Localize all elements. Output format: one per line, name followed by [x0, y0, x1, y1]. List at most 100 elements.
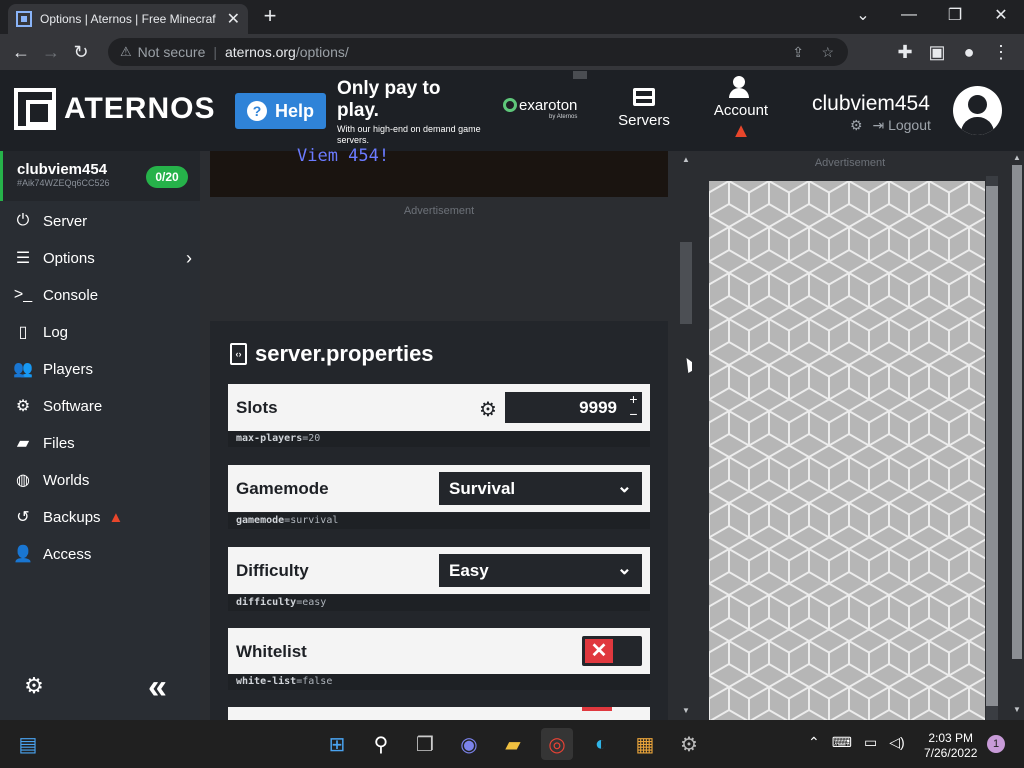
minimize-button[interactable]: —	[886, 0, 932, 30]
increment-icon[interactable]: +	[625, 392, 642, 407]
whitelist-toggle[interactable]: ✕	[582, 636, 642, 666]
tab-title: Options | Aternos | Free Minecraf	[40, 12, 216, 26]
taskbar-clock[interactable]: 2:03 PM 7/26/2022	[924, 731, 977, 761]
user-avatar[interactable]	[953, 86, 1002, 135]
logout-link[interactable]: ⚙ ⇥ Logout	[850, 117, 931, 134]
key-value: 20	[308, 433, 321, 444]
sidebar-item-worlds[interactable]: ◍ Worlds	[0, 462, 200, 498]
terminal-icon: >_	[13, 286, 33, 303]
settings-gear-icon[interactable]: ⚙	[850, 117, 863, 133]
tray-chevron-up-icon[interactable]: ⌃	[808, 734, 820, 751]
logout-label: Logout	[888, 117, 931, 133]
teams-chat-icon[interactable]: ◉	[453, 728, 485, 760]
key-name: gamemode	[236, 515, 285, 526]
sidebar-item-access[interactable]: 👤 Access	[0, 536, 200, 572]
browser-tab[interactable]: Options | Aternos | Free Minecraf ✕	[8, 4, 248, 34]
menu-icon[interactable]: ⋮	[986, 37, 1016, 67]
user-lock-icon: 👤	[13, 546, 33, 563]
extensions-icon[interactable]: ✚	[890, 37, 920, 67]
edge-icon[interactable]: ◐	[585, 728, 617, 760]
chrome-icon[interactable]: ◎	[541, 728, 573, 760]
volume-icon[interactable]: ◁)	[889, 734, 904, 751]
widgets-icon[interactable]: ▤	[12, 728, 44, 760]
search-icon[interactable]: ⚲	[365, 728, 397, 760]
new-tab-button[interactable]: +	[258, 4, 282, 30]
help-button[interactable]: ? Help	[235, 93, 326, 129]
sidebar-item-label: Console	[43, 286, 99, 304]
warning-icon[interactable]: ⚠	[120, 44, 132, 60]
slots-input[interactable]: 9999	[505, 392, 625, 423]
close-window-button[interactable]: ✕	[978, 0, 1024, 30]
main-scroll-down-icon[interactable]: ▼	[682, 706, 690, 715]
exaroton-logo[interactable]: exaroton by Aternos	[503, 97, 577, 120]
aternos-logo[interactable]: ATERNOS	[14, 88, 215, 130]
ad-subtext: With our high-end on demand game servers…	[337, 124, 481, 145]
main-scrollbar[interactable]: ▲	[680, 151, 692, 721]
page-scroll-up-icon[interactable]: ▲	[1013, 153, 1021, 162]
restore-button[interactable]: ❐	[932, 0, 978, 30]
forward-button[interactable]: →	[36, 37, 66, 67]
slots-stepper[interactable]: + −	[625, 392, 642, 423]
sidebar-item-players[interactable]: 👥 Players	[0, 351, 200, 387]
slots-gear-icon[interactable]: ⚙	[479, 397, 497, 422]
page-scroll-down-icon[interactable]: ▼	[1013, 705, 1021, 714]
keyboard-icon[interactable]: ⌨	[832, 734, 852, 751]
player-count-badge: 0/20	[146, 166, 188, 188]
share-icon[interactable]: ⇪	[792, 44, 804, 61]
servers-label: Servers	[618, 112, 670, 129]
sidebar-server-name: clubviem454	[17, 161, 108, 178]
file-icon: ▯	[18, 324, 28, 341]
notification-badge[interactable]: 1	[987, 735, 1005, 753]
difficulty-value: Easy	[449, 560, 489, 580]
slots-key: max-players=20	[228, 431, 650, 447]
file-explorer-icon[interactable]: ▰	[497, 728, 529, 760]
page-scrollbar[interactable]: ▲ ▼	[1010, 151, 1024, 721]
decrement-icon[interactable]: −	[625, 407, 642, 422]
omnibox-divider: |	[213, 44, 217, 60]
gamemode-select[interactable]: Survival ⌄	[439, 472, 642, 505]
bookmark-star-icon[interactable]: ☆	[821, 44, 834, 61]
sidebar-item-software[interactable]: ⚙ Software	[0, 388, 200, 424]
servers-link[interactable]: Servers	[612, 88, 676, 129]
profile-icon[interactable]: ●	[954, 37, 984, 67]
back-button[interactable]: ←	[6, 37, 36, 67]
sidebar-item-label: Players	[43, 360, 94, 378]
gamemode-label: Gamemode	[236, 478, 329, 498]
network-icon[interactable]: ▭	[864, 734, 877, 751]
sidebar-item-files[interactable]: ▰ Files	[0, 425, 200, 461]
ad-scroll-thumb[interactable]	[986, 186, 998, 706]
close-tab-icon[interactable]: ✕	[227, 9, 240, 29]
collapse-sidebar-icon[interactable]: «	[148, 668, 167, 707]
sidebar-item-options[interactable]: ☰ Options ›	[0, 240, 200, 276]
toggle-off-x-icon: ✕	[585, 639, 613, 663]
sidebar-item-backups[interactable]: ↺ Backups ▲	[0, 499, 200, 535]
globe-icon: ◍	[16, 472, 30, 489]
omnibox[interactable]: ⚠ Not secure | aternos.org/options/ ⇪ ☆	[108, 38, 848, 66]
account-link[interactable]: Account ▲	[706, 76, 776, 141]
ad-scrollbar[interactable]	[986, 176, 998, 721]
backups-warning-icon: ▲	[108, 508, 124, 526]
server-banner: Viem 454!	[210, 147, 668, 197]
start-icon[interactable]: ⊞	[321, 728, 353, 760]
sidebar-settings-icon[interactable]: ⚙	[22, 674, 46, 698]
slots-label: Slots	[236, 397, 278, 417]
difficulty-select[interactable]: Easy ⌄	[439, 554, 642, 587]
key-value: survival	[290, 515, 339, 526]
sidebar-item-console[interactable]: >_ Console	[0, 277, 200, 313]
exaroton-ring-icon	[503, 98, 517, 112]
page-scroll-thumb[interactable]	[1012, 165, 1022, 659]
next-toggle-edge	[582, 707, 612, 711]
sidebar-item-log[interactable]: ▯ Log	[0, 314, 200, 350]
url-domain: aternos.org	[225, 44, 296, 60]
task-view-icon[interactable]: ❐	[409, 728, 441, 760]
store-icon[interactable]: ▦	[629, 728, 661, 760]
reload-button[interactable]: ↻	[66, 37, 96, 67]
settings-app-icon[interactable]: ⚙	[673, 728, 705, 760]
main-scroll-thumb[interactable]	[680, 242, 692, 324]
sidebar-item-server[interactable]: ⏻ Server	[0, 203, 200, 239]
side-panel-icon[interactable]: ▣	[922, 37, 952, 67]
right-ad-image[interactable]	[709, 181, 985, 721]
security-label: Not secure	[137, 44, 206, 60]
tab-search-icon[interactable]: ⌄	[840, 0, 886, 30]
scroll-up-arrow-icon[interactable]: ▲	[682, 155, 690, 164]
